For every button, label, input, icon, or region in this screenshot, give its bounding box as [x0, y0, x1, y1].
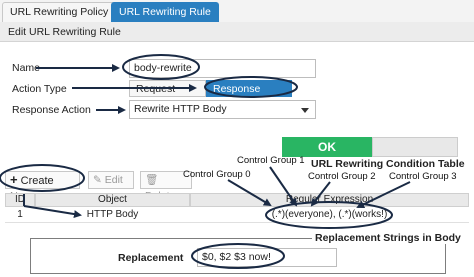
regex-highlight-ellipse [265, 201, 393, 229]
name-highlight-ellipse [122, 54, 200, 80]
arrow-group-0 [227, 179, 272, 207]
arrow-group-1 [269, 166, 298, 207]
replacement-highlight-ellipse [191, 243, 285, 269]
arrow-group-3 [356, 181, 411, 209]
annotation-overlay [0, 54, 411, 269]
arrow-to-http-body [23, 205, 82, 218]
response-action-highlight-ellipse [204, 76, 298, 98]
create-new-highlight-ellipse [0, 164, 85, 192]
